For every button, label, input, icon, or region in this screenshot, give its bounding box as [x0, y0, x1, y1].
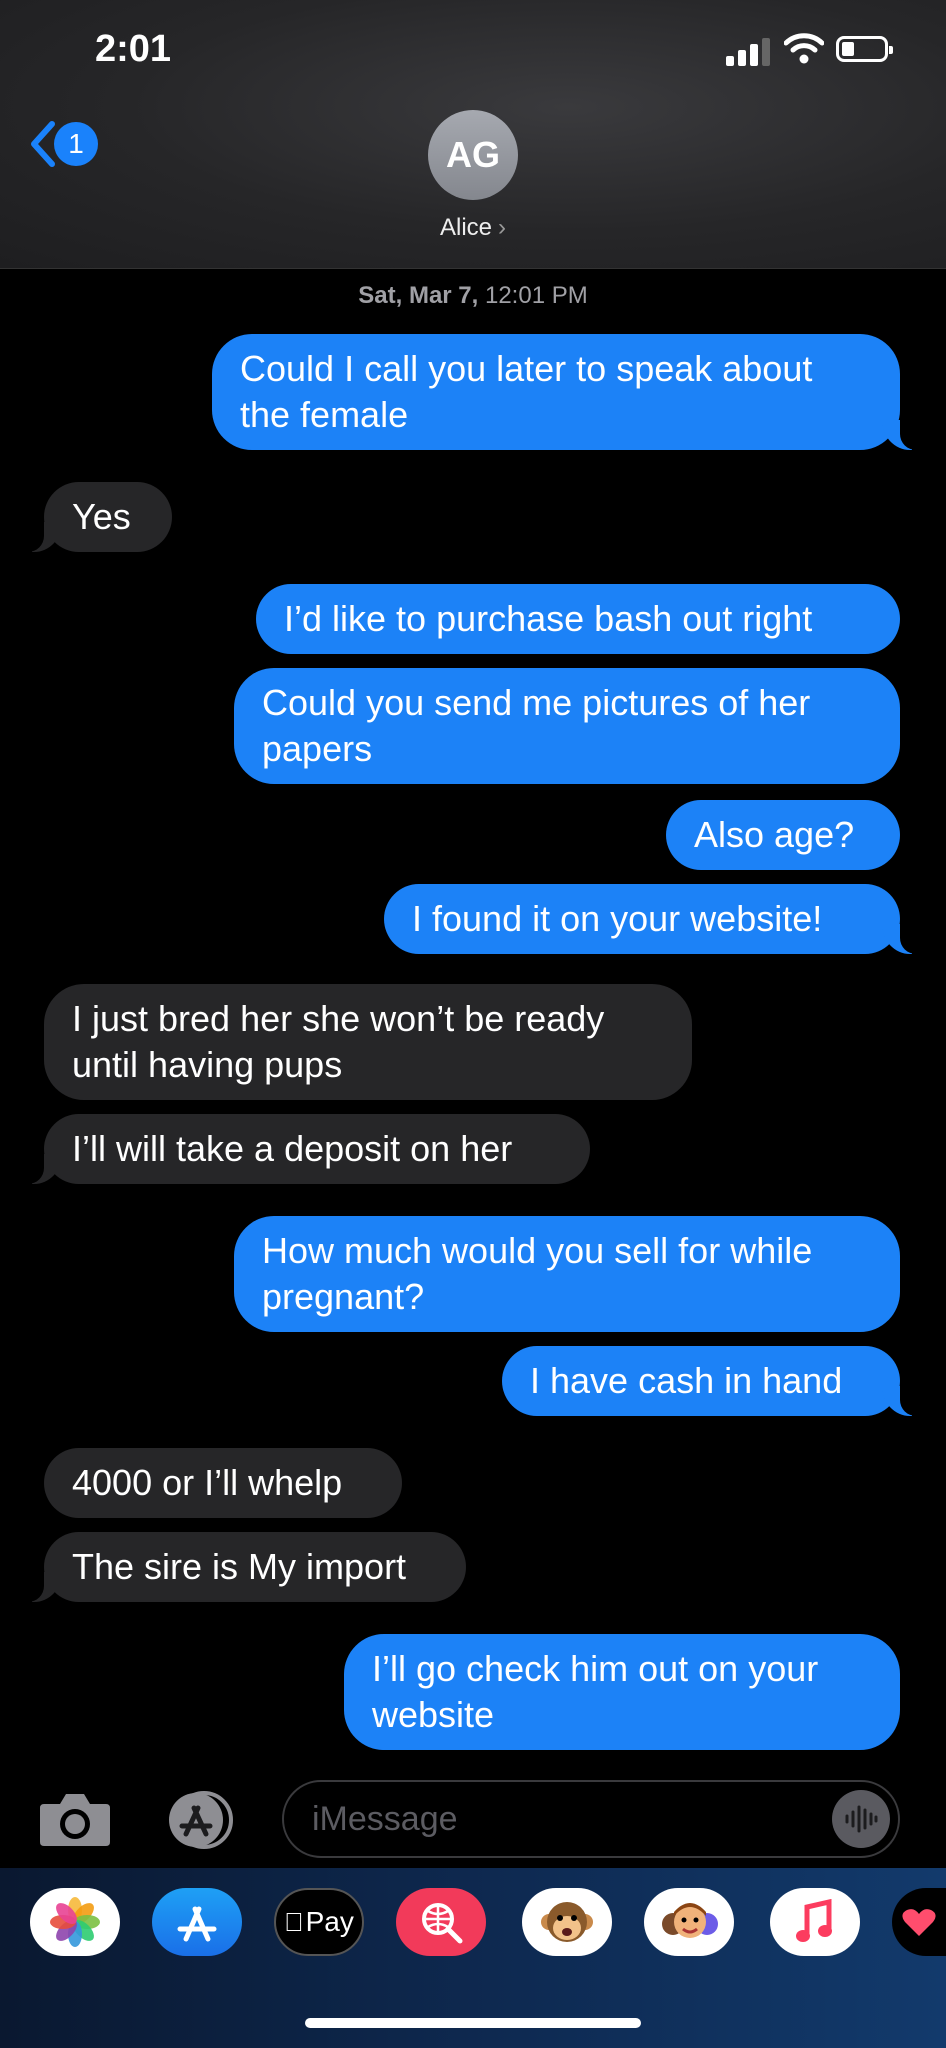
message-timestamp: Sat, Mar 7, 12:01 PM [358, 282, 588, 309]
contact-name[interactable]: Alice › [0, 214, 946, 242]
status-bar: 2:01 [0, 0, 946, 100]
music-app-icon[interactable] [770, 1888, 860, 1956]
heart-icon [902, 1909, 936, 1936]
message-bubble-outgoing[interactable]: I’d like to purchase bash out right [256, 584, 900, 654]
waveform-icon [845, 1805, 878, 1833]
message-input-placeholder: iMessage [312, 1800, 458, 1838]
app-store-icon[interactable] [158, 1790, 242, 1850]
message-input[interactable]: iMessage [282, 1780, 900, 1858]
apple-pay-label: Pay [295, 1906, 354, 1937]
search-images-app-icon[interactable] [396, 1888, 486, 1956]
home-indicator[interactable] [305, 2018, 641, 2028]
message-bubble-outgoing[interactable]: I have cash in hand [502, 1346, 926, 1416]
clock: 2:01 [95, 28, 172, 70]
memoji-app-icon[interactable] [644, 1888, 734, 1956]
message-bubble-incoming[interactable]: 4000 or I’ll whelp [44, 1448, 402, 1518]
message-bubble-incoming[interactable]: Yes [18, 482, 172, 552]
unread-badge: 1 [54, 122, 98, 166]
apple-pay-app-icon[interactable]: Pay [274, 1888, 364, 1956]
message-bubble-incoming[interactable]: The sire is My import [18, 1532, 466, 1602]
wifi-icon [784, 33, 824, 64]
animoji-monkey-app-icon[interactable] [522, 1888, 612, 1956]
cellular-signal-icon [726, 38, 770, 66]
contact-name-label: Alice [439, 214, 493, 241]
compose-bar: iMessage [0, 1768, 946, 1868]
globe-search-icon [422, 1903, 463, 1944]
app-store-app-icon[interactable] [152, 1888, 242, 1956]
message-bubble-incoming[interactable]: I just bred her she won’t be ready until… [44, 984, 692, 1100]
message-bubble-outgoing[interactable]: Could you send me pictures of her papers [234, 668, 900, 784]
message-bubble-outgoing[interactable]: Could I call you later to speak about th… [212, 334, 926, 450]
photos-flower-icon [50, 1897, 100, 1947]
message-bubble-outgoing[interactable]: I’ll go check him out on your website [344, 1634, 900, 1750]
music-note-icon [796, 1899, 832, 1942]
back-button[interactable]: 1 [28, 120, 98, 168]
battery-icon [836, 36, 893, 62]
message-bubble-outgoing[interactable]: I found it on your website! [384, 884, 926, 954]
monkey-face-icon [541, 1902, 593, 1942]
message-bubble-outgoing[interactable]: Also age? [666, 800, 900, 870]
app-store-a-icon [177, 1906, 217, 1942]
audio-message-button[interactable] [832, 1790, 890, 1848]
camera-icon[interactable] [38, 1790, 112, 1848]
apple-logo-icon:  [284, 1907, 304, 1938]
memoji-faces-icon [662, 1903, 718, 1938]
photos-app-icon[interactable] [30, 1888, 120, 1956]
avatar[interactable]: AG [428, 110, 518, 200]
chevron-right-icon: › [498, 214, 507, 241]
message-bubble-incoming[interactable]: I’ll will take a deposit on her [18, 1114, 590, 1184]
heart-sticker-app-icon[interactable] [892, 1888, 946, 1956]
message-bubble-outgoing[interactable]: How much would you sell for while pregna… [234, 1216, 900, 1332]
